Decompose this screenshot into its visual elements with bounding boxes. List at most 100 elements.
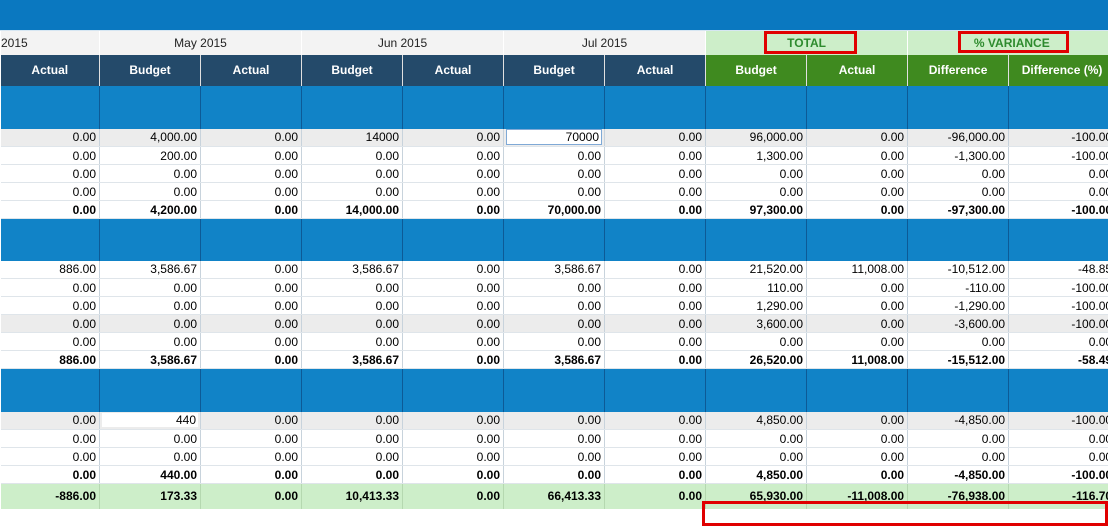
table-cell[interactable]: 0.00 <box>301 164 404 183</box>
column-header[interactable]: Budget <box>503 54 606 86</box>
table-cell[interactable]: 0.00 <box>806 128 909 147</box>
table-cell[interactable]: 0.00 <box>200 278 303 297</box>
table-cell[interactable]: 0.00 <box>200 314 303 333</box>
table-cell[interactable]: 14000 <box>301 128 404 147</box>
table-cell[interactable]: 0.00 <box>503 411 606 430</box>
table-cell[interactable]: 0.00 <box>402 411 505 430</box>
table-cell[interactable]: 0.00 <box>301 182 404 201</box>
table-cell[interactable]: 110.00 <box>705 278 808 297</box>
table-cell[interactable]: 0.00 <box>604 260 707 279</box>
table-cell[interactable]: 0.00 <box>0 278 100 297</box>
table-cell[interactable]: 0.00 <box>604 278 707 297</box>
table-cell[interactable]: 0.00 <box>200 164 303 183</box>
table-cell[interactable]: 0.00 <box>503 429 606 448</box>
table-cell[interactable]: 3,600.00 <box>705 314 808 333</box>
column-header[interactable]: Actual <box>806 54 909 86</box>
table-cell[interactable]: 0.00 <box>301 314 404 333</box>
table-cell[interactable]: 0.00 <box>806 278 909 297</box>
table-cell[interactable]: 0.00 <box>0 182 100 201</box>
table-cell[interactable]: -4,850.00 <box>907 411 1010 430</box>
table-cell[interactable]: -10,512.00 <box>907 260 1010 279</box>
table-cell[interactable]: 0.00 <box>402 182 505 201</box>
table-cell[interactable]: 0.00 <box>402 146 505 165</box>
table-cell[interactable]: 0.00 <box>0 447 100 466</box>
table-cell[interactable]: 0.00 <box>301 296 404 315</box>
cell-edit-input[interactable]: 70000 <box>506 129 603 146</box>
table-cell[interactable]: 0.00 <box>402 429 505 448</box>
table-cell[interactable]: 0.00 <box>0 296 100 315</box>
table-cell[interactable]: 0.00 <box>604 314 707 333</box>
table-cell[interactable]: 0.00 <box>402 128 505 147</box>
table-cell[interactable]: 0.00 <box>99 296 201 315</box>
table-cell[interactable]: 0.00 <box>200 260 303 279</box>
table-cell[interactable]: -48.85 <box>1008 260 1108 279</box>
table-cell[interactable]: 0.00 <box>0 429 100 448</box>
table-cell[interactable]: 886.00 <box>0 260 100 279</box>
table-cell[interactable]: 0.00 <box>200 411 303 430</box>
table-cell[interactable]: 0.00 <box>99 164 201 183</box>
table-cell[interactable]: 0.00 <box>907 447 1010 466</box>
table-cell[interactable]: -100.00 <box>1008 314 1108 333</box>
table-cell[interactable]: 0.00 <box>806 447 909 466</box>
table-cell[interactable]: 0.00 <box>907 332 1010 351</box>
table-cell[interactable]: 0.00 <box>200 128 303 147</box>
table-cell[interactable]: -100.00 <box>1008 278 1108 297</box>
table-cell[interactable]: 0.00 <box>503 296 606 315</box>
table-cell[interactable]: 0.00 <box>301 411 404 430</box>
table-cell[interactable]: 0.00 <box>705 332 808 351</box>
table-cell[interactable]: 4,850.00 <box>705 411 808 430</box>
table-cell[interactable]: 0.00 <box>402 447 505 466</box>
table-cell[interactable]: 0.00 <box>503 314 606 333</box>
table-cell[interactable]: 0.00 <box>705 447 808 466</box>
column-header[interactable]: Actual <box>200 54 303 86</box>
table-cell[interactable]: 0.00 <box>604 128 707 147</box>
table-cell[interactable]: 0.00 <box>99 182 201 201</box>
table-cell[interactable]: -3,600.00 <box>907 314 1010 333</box>
table-cell[interactable]: 0.00 <box>99 332 201 351</box>
table-cell[interactable]: 0.00 <box>301 429 404 448</box>
table-cell[interactable]: 0.00 <box>301 278 404 297</box>
table-cell[interactable]: 0.00 <box>0 314 100 333</box>
column-header[interactable]: Budget <box>705 54 808 86</box>
table-cell[interactable]: 0.00 <box>0 332 100 351</box>
table-cell[interactable]: 0.00 <box>200 296 303 315</box>
table-cell[interactable]: 0.00 <box>402 164 505 183</box>
table-cell[interactable]: 0.00 <box>503 447 606 466</box>
column-header[interactable]: Actual <box>604 54 707 86</box>
table-cell[interactable]: 0.00 <box>1008 429 1108 448</box>
table-cell-editing[interactable]: 70000 <box>503 128 606 147</box>
table-cell[interactable]: 0.00 <box>1008 182 1108 201</box>
column-header[interactable]: Actual <box>402 54 505 86</box>
table-cell[interactable]: 0.00 <box>402 332 505 351</box>
table-cell[interactable]: 0.00 <box>503 146 606 165</box>
table-cell[interactable]: -110.00 <box>907 278 1010 297</box>
table-cell[interactable]: 0.00 <box>99 278 201 297</box>
table-cell[interactable]: 0.00 <box>1008 332 1108 351</box>
table-cell[interactable]: 0.00 <box>0 164 100 183</box>
table-cell[interactable]: 0.00 <box>907 164 1010 183</box>
table-cell[interactable]: 0.00 <box>301 332 404 351</box>
table-cell[interactable]: 0.00 <box>604 332 707 351</box>
table-cell[interactable]: 0.00 <box>402 296 505 315</box>
table-cell[interactable]: 0.00 <box>402 314 505 333</box>
table-cell[interactable]: 200.00 <box>99 146 201 165</box>
table-cell[interactable]: 0.00 <box>604 411 707 430</box>
table-cell[interactable]: 0.00 <box>99 447 201 466</box>
table-cell[interactable]: 0.00 <box>604 182 707 201</box>
column-header[interactable]: Difference (%) <box>1008 54 1108 86</box>
table-cell[interactable]: 0.00 <box>705 182 808 201</box>
table-cell[interactable]: 96,000.00 <box>705 128 808 147</box>
table-cell[interactable]: 0.00 <box>806 332 909 351</box>
table-cell[interactable]: 0.00 <box>301 447 404 466</box>
table-cell[interactable]: -1,290.00 <box>907 296 1010 315</box>
table-cell[interactable]: 0.00 <box>1008 447 1108 466</box>
table-cell[interactable]: 0.00 <box>806 314 909 333</box>
table-cell[interactable]: 0.00 <box>604 447 707 466</box>
table-cell[interactable]: 0.00 <box>604 164 707 183</box>
table-cell[interactable]: 0.00 <box>200 447 303 466</box>
table-cell[interactable]: 0.00 <box>503 164 606 183</box>
table-cell[interactable]: -100.00 <box>1008 411 1108 430</box>
table-cell[interactable]: 0.00 <box>503 332 606 351</box>
column-header[interactable]: Difference <box>907 54 1010 86</box>
table-cell[interactable]: 0.00 <box>503 182 606 201</box>
